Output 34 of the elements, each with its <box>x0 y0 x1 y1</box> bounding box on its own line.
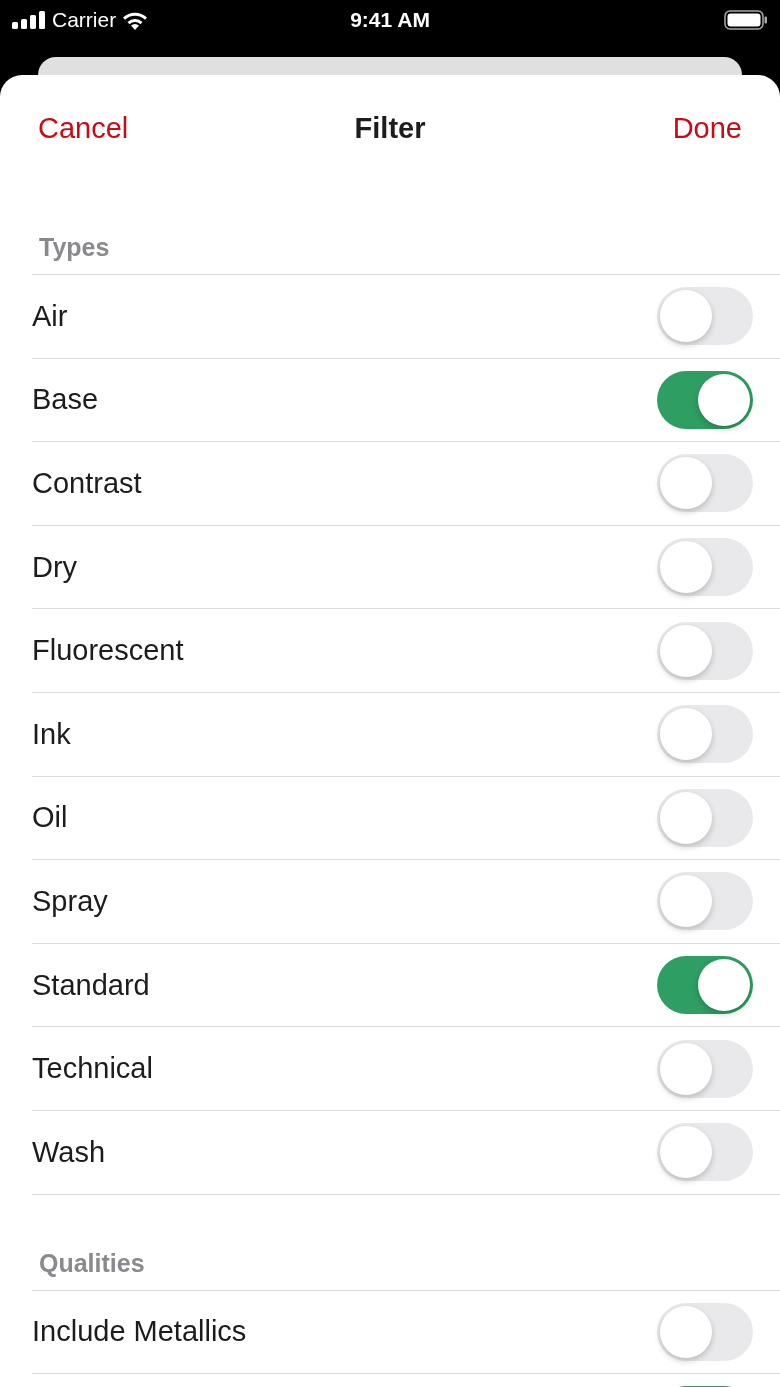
toggle-switch[interactable] <box>657 956 753 1015</box>
toggle-switch[interactable] <box>657 788 753 847</box>
done-button[interactable]: Done <box>672 111 742 145</box>
option-label: Standard <box>32 968 151 1002</box>
option-label: Spray <box>32 884 109 918</box>
signal-icon <box>12 11 46 29</box>
option-label: Base <box>32 383 100 417</box>
section-header: Types <box>39 233 110 261</box>
option-label: Air <box>32 299 69 333</box>
toggle-switch[interactable] <box>657 454 753 513</box>
clock-time: 9:41 AM <box>350 8 430 31</box>
toggle-switch[interactable] <box>657 538 753 597</box>
cancel-button[interactable]: Cancel <box>38 111 129 145</box>
toggle-switch[interactable] <box>657 1123 753 1182</box>
option-label: Wash <box>32 1135 107 1169</box>
toggle-switch[interactable] <box>657 287 753 346</box>
option-label: Fluorescent <box>32 634 185 668</box>
option-label: Technical <box>32 1052 154 1086</box>
sheet-title: Filter <box>354 111 426 144</box>
option-label: Include Metallics <box>32 1315 248 1349</box>
toggle-switch[interactable] <box>657 705 753 764</box>
toggle-switch[interactable] <box>657 1039 753 1098</box>
toggle-switch[interactable] <box>657 1302 753 1361</box>
toggle-switch[interactable] <box>657 621 753 680</box>
battery-icon <box>724 10 768 30</box>
option-label: Ink <box>32 717 72 751</box>
wifi-icon <box>122 10 149 30</box>
carrier-name: Carrier <box>52 8 117 32</box>
toggle-switch[interactable] <box>657 370 753 429</box>
option-label: Dry <box>32 550 79 584</box>
toggle-switch[interactable] <box>657 872 753 931</box>
option-label: Oil <box>32 801 69 835</box>
section-header: Qualities <box>39 1248 145 1277</box>
option-label: Contrast <box>32 467 143 500</box>
